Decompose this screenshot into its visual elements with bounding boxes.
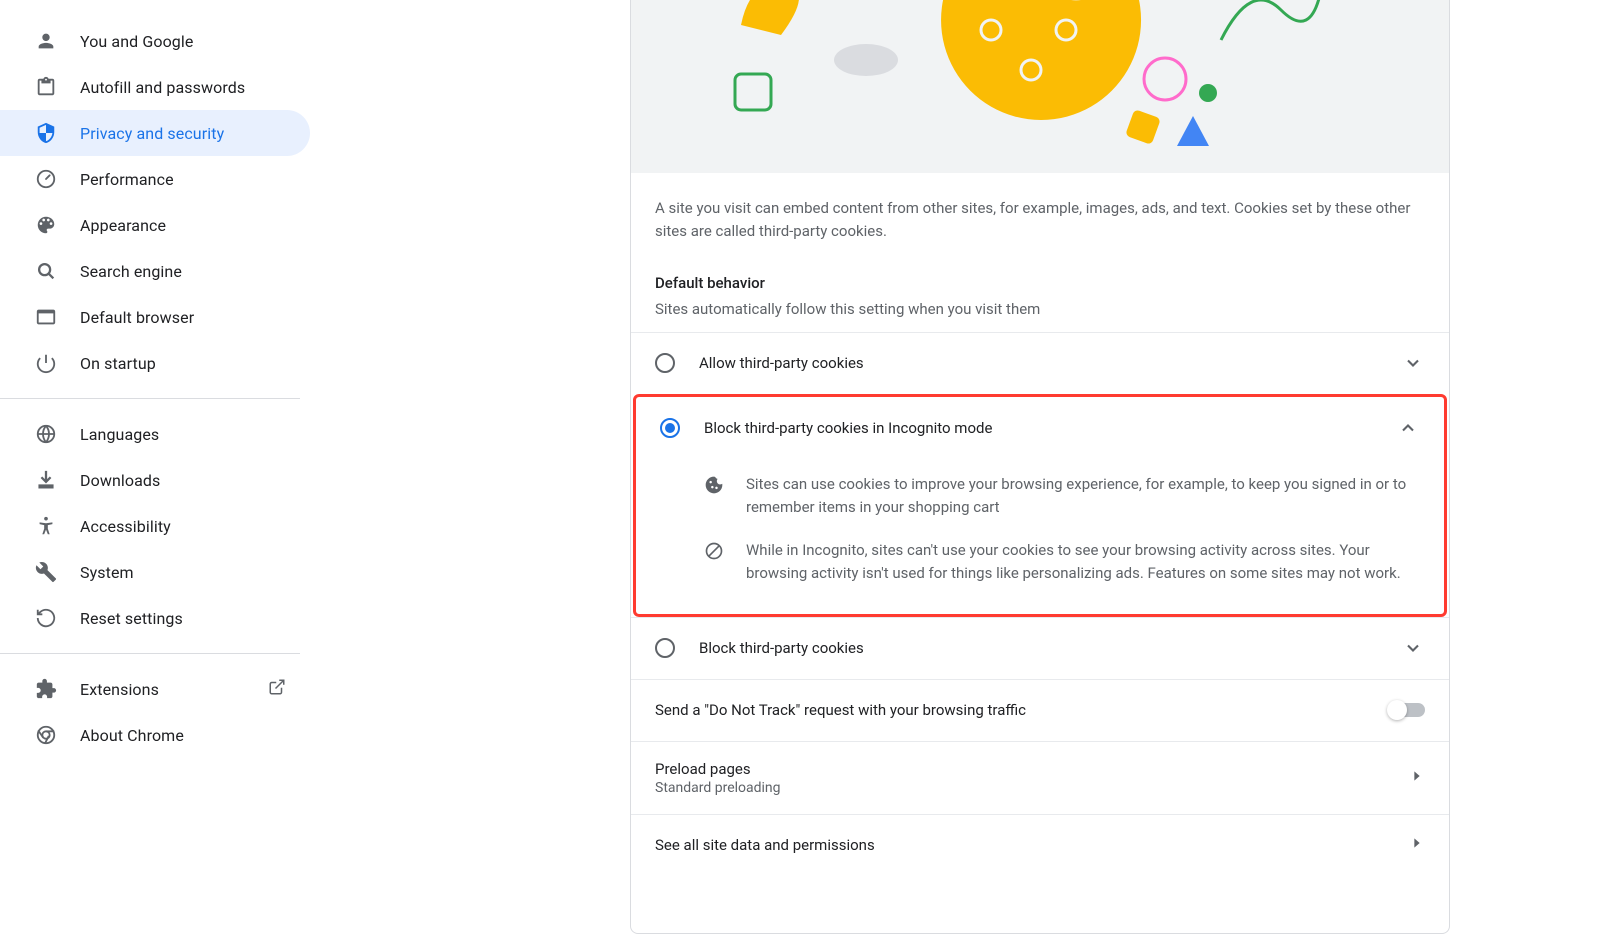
pink-circle-icon (1141, 55, 1189, 103)
palette-icon (34, 213, 58, 237)
shield-icon (34, 121, 58, 145)
chevron-down-icon[interactable] (1401, 351, 1425, 375)
cookie-shape-icon (931, 0, 1151, 130)
detail-row: While in Incognito, sites can't use your… (704, 529, 1420, 596)
chevron-up-icon[interactable] (1396, 416, 1420, 440)
default-behavior-header: Default behavior (631, 244, 1449, 296)
sidebar-item-default-browser[interactable]: Default browser (0, 294, 310, 340)
wrench-icon (34, 560, 58, 584)
reset-icon (34, 606, 58, 630)
hero-illustration (631, 0, 1449, 173)
sidebar-item-about[interactable]: About Chrome (0, 712, 310, 758)
browser-icon (34, 305, 58, 329)
option-allow-cookies[interactable]: Allow third-party cookies (631, 332, 1449, 394)
sidebar-item-label: Downloads (80, 471, 286, 490)
sidebar-item-system[interactable]: System (0, 549, 310, 595)
sidebar-divider (0, 653, 300, 654)
sidebar-item-label: Extensions (80, 680, 268, 699)
option-label: Block third-party cookies in Incognito m… (704, 419, 1396, 437)
sidebar-item-languages[interactable]: Languages (0, 411, 310, 457)
blue-triangle-icon (1171, 110, 1215, 154)
detail-row: Sites can use cookies to improve your br… (704, 463, 1420, 530)
cookies-description: A site you visit can embed content from … (631, 173, 1449, 244)
sidebar-item-label: Reset settings (80, 609, 286, 628)
sidebar-item-accessibility[interactable]: Accessibility (0, 503, 310, 549)
block-icon (704, 541, 724, 561)
sidebar-item-label: Languages (80, 425, 286, 444)
settings-card: A site you visit can embed content from … (630, 0, 1450, 934)
chrome-icon (34, 723, 58, 747)
sidebar-item-you-and-google[interactable]: You and Google (0, 18, 310, 64)
sidebar-item-label: Performance (80, 170, 286, 189)
accessibility-icon (34, 514, 58, 538)
option-block-cookies[interactable]: Block third-party cookies (631, 617, 1449, 679)
sidebar-item-label: Default browser (80, 308, 286, 327)
sidebar-item-privacy[interactable]: Privacy and security (0, 110, 310, 156)
sidebar-item-label: You and Google (80, 32, 286, 51)
chevron-right-icon (1409, 768, 1425, 788)
sidebar-item-label: Appearance (80, 216, 286, 235)
search-icon (34, 259, 58, 283)
sidebar-item-label: Search engine (80, 262, 286, 281)
radio-unselected[interactable] (655, 353, 675, 373)
power-icon (34, 351, 58, 375)
sidebar-divider (0, 398, 300, 399)
clipboard-icon (34, 75, 58, 99)
settings-sidebar: You and Google Autofill and passwords Pr… (0, 0, 310, 934)
green-square-icon (731, 70, 775, 114)
setting-sub: Standard preloading (655, 780, 1409, 796)
external-link-icon (268, 678, 286, 700)
sidebar-item-label: About Chrome (80, 726, 286, 745)
option-label: Block third-party cookies (699, 639, 1401, 657)
sidebar-item-label: Accessibility (80, 517, 286, 536)
option-details: Sites can use cookies to improve your br… (636, 459, 1444, 614)
sidebar-item-extensions[interactable]: Extensions (0, 666, 310, 712)
radio-unselected[interactable] (655, 638, 675, 658)
sidebar-item-performance[interactable]: Performance (0, 156, 310, 202)
detail-text: Sites can use cookies to improve your br… (746, 473, 1420, 520)
setting-preload-pages[interactable]: Preload pages Standard preloading (631, 741, 1449, 814)
sidebar-item-label: Autofill and passwords (80, 78, 286, 97)
setting-title: Preload pages (655, 760, 1409, 778)
puzzle-icon (34, 677, 58, 701)
sidebar-item-label: System (80, 563, 286, 582)
sidebar-item-autofill[interactable]: Autofill and passwords (0, 64, 310, 110)
sidebar-item-downloads[interactable]: Downloads (0, 457, 310, 503)
sidebar-item-appearance[interactable]: Appearance (0, 202, 310, 248)
toggle-off[interactable] (1389, 703, 1425, 717)
default-behavior-sub: Sites automatically follow this setting … (631, 296, 1449, 332)
chevron-down-icon[interactable] (1401, 636, 1425, 660)
setting-see-all-site-data[interactable]: See all site data and permissions (631, 814, 1449, 876)
main-content: A site you visit can embed content from … (310, 0, 1600, 934)
chevron-right-icon (1409, 835, 1425, 855)
detail-text: While in Incognito, sites can't use your… (746, 539, 1420, 586)
sidebar-item-label: On startup (80, 354, 286, 373)
sidebar-item-label: Privacy and security (80, 124, 286, 143)
sidebar-item-on-startup[interactable]: On startup (0, 340, 310, 386)
sidebar-item-search-engine[interactable]: Search engine (0, 248, 310, 294)
cookie-icon (704, 475, 724, 495)
globe-icon (34, 422, 58, 446)
highlighted-option-box: Block third-party cookies in Incognito m… (633, 394, 1447, 617)
yellow-shape-icon (731, 0, 821, 55)
option-block-incognito[interactable]: Block third-party cookies in Incognito m… (636, 397, 1444, 459)
option-label: Allow third-party cookies (699, 354, 1401, 372)
gray-oval-icon (831, 40, 901, 80)
setting-do-not-track[interactable]: Send a "Do Not Track" request with your … (631, 679, 1449, 741)
setting-label: See all site data and permissions (655, 836, 1409, 854)
yellow-diamond-icon (1121, 105, 1165, 149)
person-icon (34, 29, 58, 53)
setting-label: Send a "Do Not Track" request with your … (655, 701, 1389, 719)
speedometer-icon (34, 167, 58, 191)
green-squiggle-icon (1211, 0, 1331, 80)
green-dot-icon (1199, 84, 1217, 102)
sidebar-item-reset[interactable]: Reset settings (0, 595, 310, 641)
download-icon (34, 468, 58, 492)
radio-selected[interactable] (660, 418, 680, 438)
